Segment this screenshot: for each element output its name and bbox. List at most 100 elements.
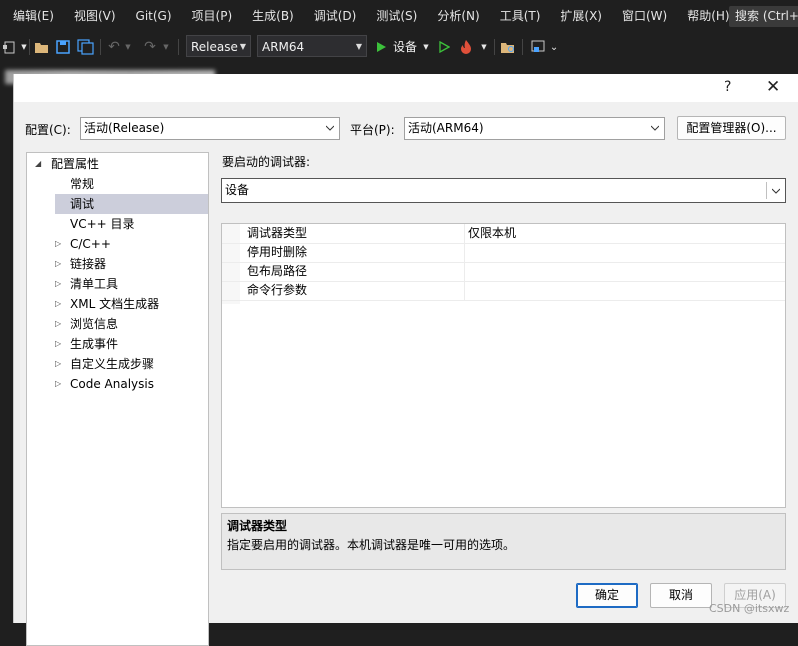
tree-item-label: C/C++ <box>70 237 111 251</box>
description-pane: 调试器类型 指定要启用的调试器。本机调试器是唯一可用的选项。 <box>221 513 786 570</box>
menu-item[interactable]: 调试(D) <box>304 0 367 32</box>
collapse-arrow-icon[interactable]: ◢ <box>35 154 45 174</box>
column-divider <box>464 262 465 281</box>
expand-arrow-icon[interactable]: ▷ <box>55 354 65 374</box>
tree-item[interactable]: ▷ 浏览信息 <box>55 314 205 334</box>
tree-item-label: Code Analysis <box>70 377 154 391</box>
property-row[interactable]: 调试器类型 仅限本机 <box>222 224 785 244</box>
expand-arrow-icon[interactable]: ▷ <box>55 374 65 394</box>
tree-item[interactable]: ▷ XML 文档生成器 <box>55 294 205 314</box>
redo-icon[interactable]: ↷ <box>142 37 158 57</box>
platform-select-value: 活动(ARM64) <box>408 121 484 135</box>
search-box[interactable]: 搜索 (Ctrl+ <box>729 6 798 27</box>
property-row[interactable]: 包布局路径 <box>222 262 785 282</box>
platform-value: ARM64 <box>262 40 305 54</box>
configuration-select[interactable]: 活动(Release) <box>80 117 340 140</box>
tree-item-label: XML 文档生成器 <box>70 297 160 311</box>
layout-icon[interactable] <box>530 37 546 57</box>
tree-item-label: 生成事件 <box>70 337 119 351</box>
close-button[interactable]: ✕ <box>766 77 780 97</box>
menu-item[interactable]: 编辑(E) <box>0 0 64 32</box>
menu-item[interactable]: 工具(T) <box>490 0 551 32</box>
column-divider <box>464 281 465 300</box>
menu-item[interactable]: 扩展(X) <box>550 0 612 32</box>
property-row[interactable]: 命令行参数 <box>222 281 785 301</box>
property-name: 调试器类型 <box>247 226 308 240</box>
tree-item-label: 链接器 <box>70 257 107 271</box>
hot-reload-icon[interactable] <box>458 37 474 57</box>
debugger-select[interactable]: 设备 <box>221 178 786 203</box>
property-name: 命令行参数 <box>247 283 308 297</box>
tree-item-label: 常规 <box>70 177 95 191</box>
tree-item[interactable]: ▷ 自定义生成步骤 <box>55 354 205 374</box>
column-divider <box>464 224 465 243</box>
tree-item[interactable]: 调试 <box>55 194 208 214</box>
expand-arrow-icon[interactable]: ▷ <box>55 294 65 314</box>
property-row[interactable]: 停用时删除 <box>222 243 785 263</box>
menu-item[interactable]: 项目(P) <box>182 0 243 32</box>
dropdown-arrow-icon[interactable]: ▼ <box>20 37 28 57</box>
platform-select[interactable]: 活动(ARM64) <box>404 117 665 140</box>
tree-item[interactable]: 常规 <box>55 174 205 194</box>
tree-item-label: VC++ 目录 <box>70 217 135 231</box>
description-text: 指定要启用的调试器。本机调试器是唯一可用的选项。 <box>227 538 516 552</box>
configuration-combo[interactable]: Release ▼ <box>186 35 251 57</box>
expand-arrow-icon[interactable]: ▷ <box>55 314 65 334</box>
chevron-down-icon: ▼ <box>239 42 246 51</box>
menu-item[interactable]: 生成(B) <box>242 0 304 32</box>
debugger-select-value: 设备 <box>225 183 250 197</box>
tree-item[interactable]: VC++ 目录 <box>55 214 205 234</box>
undo-icon[interactable]: ↶ <box>106 37 122 57</box>
expand-arrow-icon[interactable]: ▷ <box>55 254 65 274</box>
tree-item-label: 调试 <box>70 197 95 211</box>
chevron-down-icon <box>651 125 659 131</box>
hot-reload-dropdown-icon[interactable]: ▼ <box>480 37 488 57</box>
property-tree: ◢ 配置属性 常规 调试 VC++ 目录 ▷ C/C++ ▷ 链接器 ▷ 清单工具 ▷ XML 文档生成… <box>26 152 209 646</box>
toolbar: ▼ ↶ ▼ ↷ ▼ Release ▼ ARM64 ▼ 设备 ▼ ▼ ⌄ <box>0 32 798 62</box>
browse-folder-icon[interactable] <box>500 37 516 57</box>
property-pages-dialog: ? ✕ 配置(C): 活动(Release) 平台(P): 活动(ARM64) … <box>13 74 798 646</box>
ok-button[interactable]: 确定 <box>576 583 638 608</box>
property-grid: 调试器类型 仅限本机停用时删除包布局路径命令行参数 <box>221 223 786 508</box>
chevron-down-icon: ▼ <box>355 42 362 51</box>
menu-item[interactable]: 窗口(W) <box>612 0 677 32</box>
tree-item[interactable]: ◢ 配置属性 <box>35 154 185 174</box>
property-name: 包布局路径 <box>247 264 308 278</box>
start-debugging-icon[interactable] <box>374 37 388 57</box>
column-divider <box>464 243 465 262</box>
undo-dropdown-icon[interactable]: ▼ <box>124 37 132 57</box>
expand-arrow-icon[interactable]: ▷ <box>55 274 65 294</box>
property-name: 停用时删除 <box>247 245 308 259</box>
save-icon[interactable] <box>55 37 71 57</box>
property-value[interactable]: 仅限本机 <box>468 224 516 243</box>
tree-item-label: 浏览信息 <box>70 317 119 331</box>
expand-arrow-icon[interactable]: ▷ <box>55 234 65 254</box>
platform-label: 平台(P): <box>350 123 395 137</box>
toolbar-overflow-icon[interactable]: ⌄ <box>550 37 558 57</box>
start-without-debugging-icon[interactable] <box>437 37 451 57</box>
expand-arrow-icon[interactable]: ▷ <box>55 334 65 354</box>
debugger-label: 要启动的调试器: <box>222 155 311 169</box>
tree-item[interactable]: ▷ Code Analysis <box>55 374 205 394</box>
tree-item[interactable]: ▷ C/C++ <box>55 234 205 254</box>
tree-item[interactable]: ▷ 清单工具 <box>55 274 205 294</box>
configuration-manager-button[interactable]: 配置管理器(O)... <box>677 116 786 140</box>
help-button[interactable]: ? <box>724 79 731 95</box>
run-target-dropdown-icon[interactable]: ▼ <box>422 37 430 57</box>
tree-item[interactable]: ▷ 链接器 <box>55 254 205 274</box>
configuration-label: 配置(C): <box>25 123 71 137</box>
menu-item[interactable]: 视图(V) <box>64 0 126 32</box>
new-item-icon[interactable] <box>2 37 18 57</box>
run-target-label[interactable]: 设备 <box>393 37 417 57</box>
chevron-down-icon <box>326 125 334 131</box>
cancel-button[interactable]: 取消 <box>650 583 712 608</box>
menu-item[interactable]: Git(G) <box>126 0 182 32</box>
dialog-titlebar: ? ✕ <box>14 74 798 102</box>
tree-item[interactable]: ▷ 生成事件 <box>55 334 205 354</box>
platform-combo[interactable]: ARM64 ▼ <box>257 35 367 57</box>
redo-dropdown-icon[interactable]: ▼ <box>162 37 170 57</box>
open-folder-icon[interactable] <box>34 37 50 57</box>
menu-item[interactable]: 测试(S) <box>366 0 427 32</box>
menu-item[interactable]: 分析(N) <box>427 0 489 32</box>
save-all-icon[interactable] <box>77 37 95 57</box>
